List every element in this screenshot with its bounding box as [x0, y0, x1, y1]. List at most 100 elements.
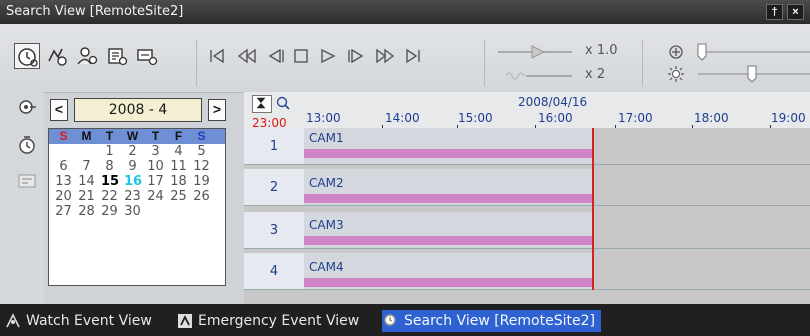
speed-slider[interactable]: [492, 40, 642, 86]
motion-search-icon[interactable]: [134, 43, 160, 69]
watch-event-icon: [6, 313, 20, 328]
calendar-day[interactable]: 2: [124, 144, 141, 159]
id-icon[interactable]: [16, 170, 38, 192]
calendar-day[interactable]: 10: [147, 159, 164, 174]
weekday-label: T: [151, 129, 160, 143]
calendar-day[interactable]: 6: [55, 159, 72, 174]
hour-label: 19:00: [771, 111, 806, 125]
calendar-day[interactable]: 8: [101, 159, 118, 174]
hour-label: 16:00: [538, 111, 573, 125]
recording-bar[interactable]: [304, 194, 593, 203]
channel-number[interactable]: 3: [244, 212, 304, 249]
step-forward-icon[interactable]: [346, 45, 368, 67]
calendar: SMTWTFS 1 2 3 4 5 6 7 8 9 10 11 12 13 14 15 16 17 18 19 20 2…: [48, 128, 226, 286]
channel-number[interactable]: 4: [244, 253, 304, 290]
calendar-day[interactable]: 16: [124, 174, 142, 189]
calendar-day: [55, 144, 72, 159]
camera-search-icon[interactable]: [16, 96, 38, 118]
recorded-segment[interactable]: [304, 128, 593, 164]
hour-label: 17:00: [618, 111, 653, 125]
weekday-label: W: [126, 129, 139, 143]
hour-label: 13:00: [306, 111, 341, 125]
go-to-first-icon[interactable]: [206, 45, 228, 67]
calendar-week: 20 21 22 23 24 25 26: [49, 189, 225, 204]
calendar-day[interactable]: 25: [170, 189, 187, 204]
calendar-day[interactable]: 13: [55, 174, 72, 189]
calendar-day[interactable]: 29: [101, 204, 118, 219]
calendar-day[interactable]: 4: [170, 144, 187, 159]
tab-label: Search View [RemoteSite2]: [404, 313, 595, 329]
step-back-icon[interactable]: [264, 45, 286, 67]
hourglass-icon[interactable]: [252, 95, 272, 113]
calendar-day[interactable]: 7: [78, 159, 95, 174]
tab-search-view[interactable]: Search View [RemoteSite2]: [382, 310, 601, 332]
calendar-day[interactable]: 3: [147, 144, 164, 159]
timer-icon[interactable]: [16, 134, 38, 156]
calendar-day[interactable]: 14: [78, 174, 95, 189]
stop-icon[interactable]: [290, 45, 312, 67]
search-view-icon: [384, 314, 396, 326]
event-search-icon[interactable]: [44, 43, 70, 69]
hour-label: 18:00: [694, 111, 729, 125]
calendar-week: 12345: [49, 144, 225, 159]
calendar-day[interactable]: 27: [55, 204, 72, 219]
audio-speed-label: x 2: [585, 67, 606, 82]
tab-watch-event-view[interactable]: Watch Event View: [4, 310, 152, 332]
calendar-day[interactable]: 1: [101, 144, 118, 159]
pin-icon: †: [771, 6, 778, 18]
text-search-icon[interactable]: [104, 43, 130, 69]
tab-label: Watch Event View: [26, 313, 152, 329]
close-button[interactable]: ×: [787, 4, 804, 20]
weekday-label: F: [174, 129, 183, 143]
current-position-marker[interactable]: [592, 128, 594, 290]
calendar-day[interactable]: 30: [124, 204, 141, 219]
fast-forward-icon[interactable]: [374, 45, 396, 67]
calendar-day[interactable]: 20: [55, 189, 72, 204]
calendar-day[interactable]: 26: [193, 189, 210, 204]
close-icon: ×: [792, 6, 799, 18]
pin-button[interactable]: †: [766, 4, 783, 20]
zoom-plus-icon: [669, 45, 683, 59]
calendar-day[interactable]: 21: [78, 189, 95, 204]
play-speed-label: x 1.0: [585, 43, 618, 58]
fast-rewind-icon[interactable]: [236, 45, 258, 67]
calendar-day[interactable]: 28: [78, 204, 95, 219]
calendar-day[interactable]: 5: [193, 144, 210, 159]
zoom-brightness-sliders[interactable]: [648, 40, 810, 86]
calendar-day[interactable]: 9: [124, 159, 141, 174]
calendar-day[interactable]: 22: [101, 189, 118, 204]
camera-label: CAM4: [309, 260, 344, 274]
channel-number[interactable]: 2: [244, 169, 304, 206]
go-to-last-icon[interactable]: [402, 45, 424, 67]
calendar-day[interactable]: 24: [147, 189, 164, 204]
prev-month-button[interactable]: <: [50, 99, 68, 121]
month-label: 2008 - 4: [74, 98, 202, 122]
calendar-day[interactable]: 18: [170, 174, 187, 189]
toolbar-separator: [642, 40, 643, 86]
toolbar-separator: [196, 40, 197, 86]
play-icon[interactable]: [317, 45, 339, 67]
toolbar-separator: [484, 40, 485, 86]
calendar-day[interactable]: 12: [193, 159, 210, 174]
brightness-icon: [668, 66, 684, 82]
recording-bar[interactable]: [304, 149, 593, 158]
calendar-day[interactable]: 23: [124, 189, 141, 204]
weekday-label: M: [81, 129, 92, 143]
calendar-day[interactable]: 19: [193, 174, 210, 189]
recording-bar[interactable]: [304, 236, 593, 245]
person-search-icon[interactable]: [74, 43, 100, 69]
weekday-label: T: [105, 129, 114, 143]
calendar-day[interactable]: 15: [101, 174, 119, 189]
calendar-day[interactable]: 17: [147, 174, 164, 189]
recording-bar[interactable]: [304, 278, 593, 287]
calendar-day: [170, 204, 187, 219]
channel-number[interactable]: 1: [244, 128, 304, 165]
tab-emergency-event-view[interactable]: Emergency Event View: [176, 310, 359, 332]
time-search-icon[interactable]: [14, 43, 40, 69]
timeline-date: 2008/04/16: [518, 95, 588, 109]
side-panel: [0, 92, 44, 304]
next-month-button[interactable]: >: [208, 99, 226, 121]
zoom-icon[interactable]: [274, 95, 292, 111]
calendar-day[interactable]: 11: [170, 159, 187, 174]
tab-label: Emergency Event View: [198, 313, 360, 329]
